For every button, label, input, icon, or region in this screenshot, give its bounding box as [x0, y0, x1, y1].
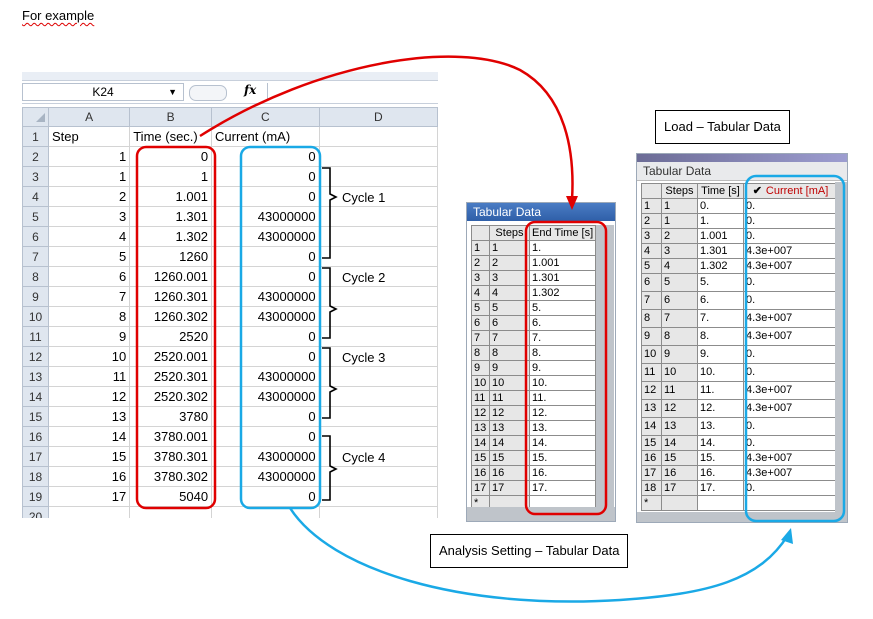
brace-cycle-2 — [322, 267, 338, 339]
red-arrowhead — [566, 196, 578, 210]
brace-cycle-4 — [322, 435, 338, 501]
cycle-label-1: Cycle 1 — [342, 190, 386, 205]
cycle-label-2: Cycle 2 — [342, 270, 386, 285]
red-arrow — [199, 55, 574, 201]
cycle-label-3: Cycle 3 — [342, 350, 386, 365]
cycle-label-4: Cycle 4 — [342, 450, 386, 465]
red-highlight-time-column — [135, 145, 217, 510]
blue-highlight-current-column — [239, 145, 322, 510]
annotation-overlay — [135, 55, 846, 603]
brace-cycle-3 — [322, 347, 338, 419]
brace-cycle-1 — [322, 167, 338, 259]
blue-arrow — [288, 507, 790, 603]
blue-highlight-load-current — [744, 174, 846, 523]
red-highlight-end-time — [524, 220, 608, 516]
